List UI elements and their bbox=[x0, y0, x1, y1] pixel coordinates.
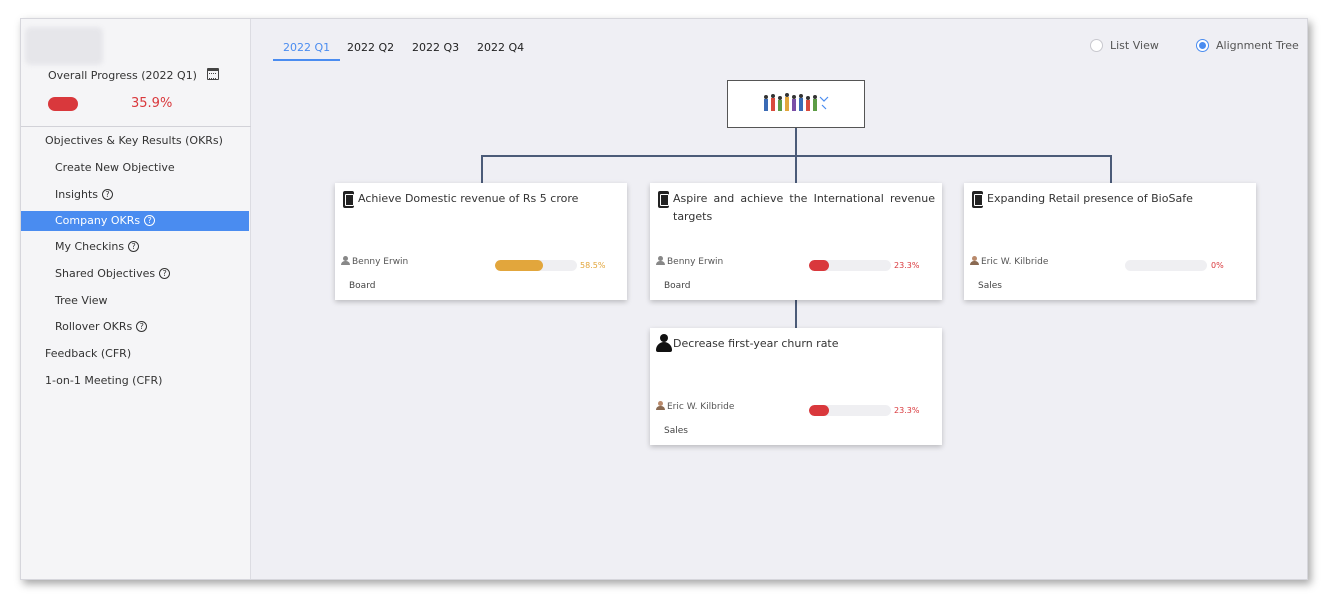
tree-connector bbox=[1110, 155, 1112, 183]
okr-document-icon bbox=[658, 191, 669, 208]
objective-title: Expanding Retail presence of BioSafe bbox=[987, 192, 1193, 205]
sidebar-item-company-okrs[interactable]: Company OKRs? bbox=[21, 211, 249, 231]
help-icon[interactable]: ? bbox=[159, 268, 171, 279]
progress-bar bbox=[809, 260, 891, 271]
calendar-icon[interactable] bbox=[207, 68, 219, 80]
sidebar-item-insights[interactable]: Insights? bbox=[21, 185, 249, 205]
progress-fill bbox=[809, 260, 829, 271]
okr-document-icon bbox=[972, 191, 983, 208]
sidebar-item-okrs[interactable]: Objectives & Key Results (OKRs) bbox=[21, 131, 249, 151]
owner-name: Eric W. Kilbride bbox=[667, 402, 735, 412]
user-icon bbox=[341, 256, 350, 265]
owner-name: Eric W. Kilbride bbox=[981, 257, 1049, 267]
sidebar-item-label: Create New Objective bbox=[55, 161, 175, 174]
help-icon[interactable]: ? bbox=[128, 241, 140, 252]
sidebar-item-one-on-one[interactable]: 1-on-1 Meeting (CFR) bbox=[21, 371, 249, 391]
progress-percent: 23.3% bbox=[894, 406, 920, 415]
tree-connector bbox=[481, 155, 483, 183]
progress-bar bbox=[809, 405, 891, 416]
objective-title: Decrease first-year churn rate bbox=[673, 337, 839, 350]
list-view-radio[interactable] bbox=[1090, 39, 1103, 52]
sidebar-item-my-checkins[interactable]: My Checkins? bbox=[21, 237, 249, 257]
sidebar-item-create-new-objective[interactable]: Create New Objective bbox=[21, 158, 249, 178]
sidebar: Overall Progress (2022 Q1) 35.9% Objecti… bbox=[21, 19, 251, 579]
user-icon bbox=[656, 256, 665, 265]
company-logo bbox=[25, 27, 103, 65]
sidebar-item-label: Insights bbox=[55, 188, 99, 201]
sidebar-item-label: 1-on-1 Meeting (CFR) bbox=[45, 374, 163, 387]
objective-card[interactable]: Expanding Retail presence of BioSafe Eri… bbox=[964, 183, 1256, 300]
company-root-node[interactable] bbox=[727, 80, 865, 128]
tab-2022-q1[interactable]: 2022 Q1 bbox=[273, 39, 341, 61]
overall-progress-bar bbox=[48, 97, 78, 111]
list-view-option[interactable]: List View bbox=[1090, 39, 1159, 52]
sidebar-divider bbox=[21, 126, 251, 127]
alignment-tree-label: Alignment Tree bbox=[1216, 39, 1299, 52]
tree-connector bbox=[795, 155, 797, 183]
user-avatar-icon bbox=[656, 401, 665, 410]
person-icon bbox=[656, 334, 672, 352]
sidebar-item-label: Company OKRs bbox=[55, 214, 141, 227]
owner-name: Benny Erwin bbox=[667, 257, 724, 267]
sidebar-item-feedback[interactable]: Feedback (CFR) bbox=[21, 344, 249, 364]
sidebar-item-label: Shared Objectives bbox=[55, 267, 156, 280]
sidebar-item-label: My Checkins bbox=[55, 240, 125, 253]
progress-percent: 58.5% bbox=[580, 261, 606, 270]
progress-percent: 23.3% bbox=[894, 261, 920, 270]
objective-department: Board bbox=[664, 281, 691, 291]
objective-card[interactable]: Aspire and achieve the International rev… bbox=[650, 183, 942, 300]
sidebar-item-rollover-okrs[interactable]: Rollover OKRs? bbox=[21, 317, 249, 337]
overall-progress-percent: 35.9% bbox=[131, 96, 173, 111]
objective-title: Aspire and achieve the International rev… bbox=[673, 192, 935, 223]
list-view-label: List View bbox=[1110, 39, 1159, 52]
progress-percent: 0% bbox=[1211, 261, 1224, 270]
progress-bar bbox=[1125, 260, 1207, 271]
okr-document-icon bbox=[343, 191, 354, 208]
owner-name: Benny Erwin bbox=[352, 257, 409, 267]
objective-card[interactable]: Decrease first-year churn rate Eric W. K… bbox=[650, 328, 942, 445]
help-icon[interactable]: ? bbox=[102, 189, 114, 200]
team-illustration-icon bbox=[764, 93, 829, 111]
app-window: Overall Progress (2022 Q1) 35.9% Objecti… bbox=[20, 18, 1308, 580]
help-icon[interactable]: ? bbox=[136, 321, 148, 332]
main-content: 2022 Q1 2022 Q2 2022 Q3 2022 Q4 List Vie… bbox=[252, 19, 1307, 579]
objective-owner: Benny Erwin bbox=[656, 256, 723, 267]
objective-card[interactable]: Achieve Domestic revenue of Rs 5 crore B… bbox=[335, 183, 627, 300]
sidebar-item-label: Feedback (CFR) bbox=[45, 347, 132, 360]
objective-department: Sales bbox=[664, 426, 688, 436]
tab-2022-q2[interactable]: 2022 Q2 bbox=[347, 39, 394, 61]
progress-bar bbox=[495, 260, 577, 271]
overall-progress-label: Overall Progress (2022 Q1) bbox=[48, 69, 197, 82]
user-avatar-icon bbox=[970, 256, 979, 265]
objective-title: Achieve Domestic revenue of Rs 5 crore bbox=[358, 192, 579, 205]
sidebar-item-label: Rollover OKRs bbox=[55, 320, 133, 333]
help-icon[interactable]: ? bbox=[144, 215, 156, 226]
alignment-tree-option[interactable]: Alignment Tree bbox=[1196, 39, 1299, 52]
progress-fill bbox=[495, 260, 543, 271]
sidebar-item-tree-view[interactable]: Tree View bbox=[21, 291, 249, 311]
objective-owner: Eric W. Kilbride bbox=[970, 256, 1048, 267]
sidebar-item-shared-objectives[interactable]: Shared Objectives? bbox=[21, 264, 249, 284]
tree-connector bbox=[795, 128, 797, 156]
objective-department: Board bbox=[349, 281, 376, 291]
sidebar-item-label: Objectives & Key Results (OKRs) bbox=[45, 134, 223, 147]
sidebar-item-label: Tree View bbox=[55, 294, 108, 307]
progress-fill bbox=[809, 405, 829, 416]
objective-department: Sales bbox=[978, 281, 1002, 291]
tree-connector bbox=[795, 300, 797, 328]
objective-owner: Benny Erwin bbox=[341, 256, 408, 267]
tab-2022-q3[interactable]: 2022 Q3 bbox=[412, 39, 459, 61]
tab-2022-q4[interactable]: 2022 Q4 bbox=[477, 39, 524, 61]
alignment-tree-radio[interactable] bbox=[1196, 39, 1209, 52]
objective-owner: Eric W. Kilbride bbox=[656, 401, 734, 412]
